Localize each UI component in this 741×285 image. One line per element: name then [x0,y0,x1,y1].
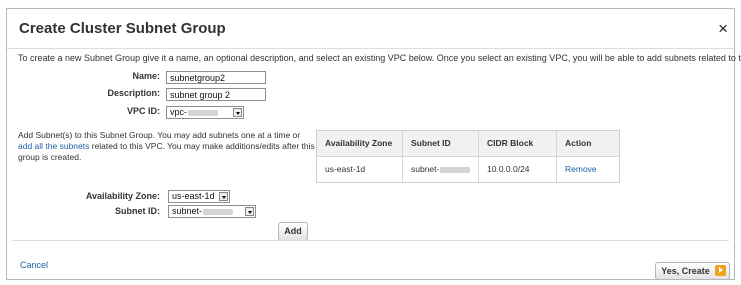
vpc-id-select[interactable]: vpc- [166,106,244,119]
add-subnets-help: Add Subnet(s) to this Subnet Group. You … [18,130,318,163]
table-header-row: Availability Zone Subnet ID CIDR Block A… [317,131,619,157]
description-input[interactable] [166,88,266,101]
column-header-action: Action [565,138,592,148]
arrow-right-icon [715,265,726,276]
yes-create-button[interactable]: Yes, Create [655,262,730,280]
subnet-id-value: subnet- [411,164,440,174]
add-subnets-text-before: Add Subnet(s) to this Subnet Group. You … [18,130,301,140]
cell-action: Remove [557,157,621,182]
cell-subnet-id: subnet- [403,157,479,182]
dialog-header: Create Cluster Subnet Group × [7,9,734,49]
column-header-cidr-block: CIDR Block [479,131,557,156]
availability-zone-select[interactable]: us-east-1d [168,190,230,203]
footer-divider [12,240,729,241]
description-label: Description: [107,88,160,98]
chevron-down-icon[interactable] [233,108,242,117]
subnet-id-select-value: subnet- [172,206,203,216]
remove-link[interactable]: Remove [565,164,597,174]
cell-availability-zone: us-east-1d [317,157,403,182]
availability-zone-label: Availability Zone: [85,191,160,201]
redacted-value [203,208,234,215]
redacted-value [188,109,219,116]
vpc-id-value: vpc- [170,107,188,117]
subnet-id-select[interactable]: subnet- [168,205,256,218]
column-header-availability-zone: Availability Zone [317,131,403,156]
add-all-subnets-link[interactable]: add all the subnets [18,141,89,151]
vpc-id-label: VPC ID: [126,106,160,116]
dialog-title: Create Cluster Subnet Group [19,20,226,37]
name-input[interactable] [166,71,266,84]
redacted-value [440,166,471,173]
chevron-down-icon[interactable] [245,207,254,216]
name-label: Name: [132,71,160,81]
add-button[interactable]: Add [278,222,308,241]
yes-create-label: Yes, Create [661,266,710,276]
column-header-subnet-id: Subnet ID [403,131,479,156]
subnet-table: Availability Zone Subnet ID CIDR Block A… [316,130,620,183]
cancel-link[interactable]: Cancel [20,260,48,270]
chevron-down-icon[interactable] [219,192,228,201]
availability-zone-value: us-east-1d [172,191,215,201]
subnet-id-label: Subnet ID: [115,206,160,216]
table-row: us-east-1d subnet- 10.0.0.0/24 Remove [317,157,619,182]
intro-text: To create a new Subnet Group give it a n… [18,53,741,63]
close-icon[interactable]: × [718,20,728,37]
cell-cidr-block: 10.0.0.0/24 [479,157,557,182]
